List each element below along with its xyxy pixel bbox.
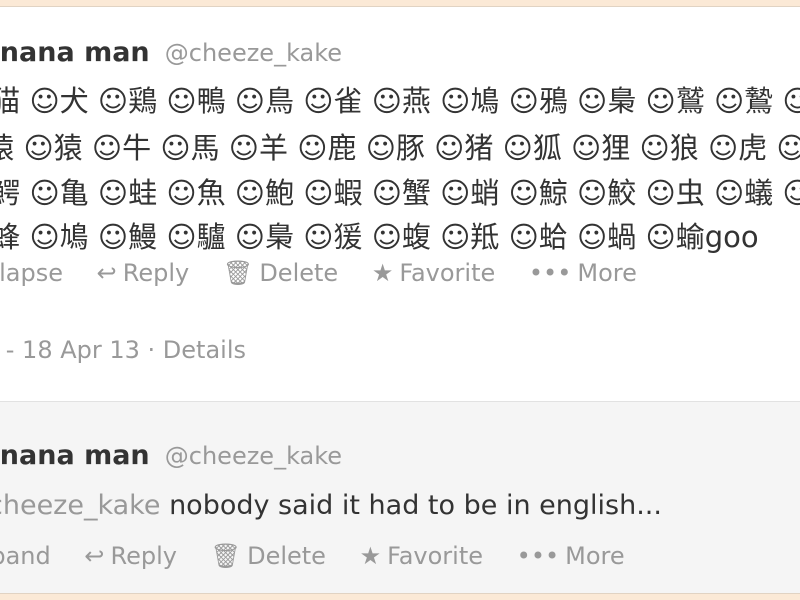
more-label: More	[565, 542, 625, 570]
tweet-actions: Collapse ↩Reply 🗑Delete ★Favorite •••Mor…	[0, 259, 663, 287]
favorite-button[interactable]: ★ Favorite	[360, 542, 483, 570]
more-label: More	[577, 259, 637, 287]
tweet-text-line: ☺蜂 ☺鳩 ☺鰻 ☺驢 ☺梟 ☺猨 ☺蝮 ☺羝 ☺蛤 ☺蝸 ☺蝓goo	[0, 220, 759, 254]
favorite-label: Favorite	[399, 259, 496, 287]
tweet-actions: Expand ↩Reply 🗑Delete ★Favorite •••More	[0, 542, 651, 570]
tweet-text-line: ☺猿 ☺猿 ☺牛 ☺馬 ☺羊 ☺鹿 ☺豚 ☺猪 ☺狐 ☺狸 ☺狼 ☺虎 ☺厘	[0, 131, 800, 165]
user-name[interactable]: Banana man	[0, 440, 150, 471]
tweet-header: Banana man @cheeze_kake	[0, 37, 342, 68]
ellipsis-icon: •••	[528, 259, 572, 287]
delete-label: Delete	[259, 259, 339, 287]
tweet-text-line: ☺猫 ☺犬 ☺鶏 ☺鴨 ☺鳥 ☺雀 ☺燕 ☺鳩 ☺鴉 ☺梟 ☺鷲 ☺鷙 ☺	[0, 84, 800, 118]
trash-icon: 🗑	[222, 259, 254, 287]
reply-button[interactable]: ↩ Reply	[84, 542, 177, 570]
favorite-button[interactable]: ★ Favorite	[372, 259, 495, 287]
user-handle[interactable]: @cheeze_kake	[165, 442, 342, 470]
tweet-timestamp[interactable]: AM - 18 Apr 13 · Details	[0, 336, 246, 364]
reply-arrow-icon: ↩	[96, 259, 117, 287]
tweet-text-body: nobody said it had to be in english...	[169, 490, 662, 521]
tweet-text: @cheeze_kake nobody said it had to be in…	[0, 490, 662, 521]
delete-button[interactable]: 🗑 Delete	[211, 542, 326, 570]
expand-link[interactable]: Expand	[0, 542, 51, 570]
reply-label: Reply	[110, 542, 177, 570]
reply-arrow-icon: ↩	[84, 542, 105, 570]
reply-label: Reply	[122, 259, 190, 287]
tweet-text-line: ☺鰐 ☺亀 ☺蛙 ☺魚 ☺鮑 ☺蝦 ☺蟹 ☺蛸 ☺鯨 ☺鮫 ☺虫 ☺蟻 ☺	[0, 176, 800, 210]
mention-link[interactable]: @cheeze_kake	[0, 490, 160, 521]
reply-button[interactable]: ↩ Reply	[97, 259, 190, 287]
tweet-expanded: Banana man @cheeze_kake ☺猫 ☺犬 ☺鶏 ☺鴨 ☺鳥 ☺…	[0, 7, 800, 401]
star-icon: ★	[371, 259, 394, 287]
expand-label: Expand	[0, 542, 51, 570]
trash-icon: 🗑	[210, 542, 242, 570]
collapse-label: Collapse	[0, 259, 63, 287]
tweet-header: Banana man @cheeze_kake	[0, 440, 342, 471]
more-button[interactable]: ••• More	[529, 259, 637, 287]
more-button[interactable]: ••• More	[517, 542, 625, 570]
star-icon: ★	[359, 542, 382, 570]
collapse-link[interactable]: Collapse	[0, 259, 63, 287]
user-name[interactable]: Banana man	[0, 37, 150, 68]
ellipsis-icon: •••	[516, 542, 560, 570]
delete-button[interactable]: 🗑 Delete	[223, 259, 338, 287]
timeline-frame: Banana man @cheeze_kake ☺猫 ☺犬 ☺鶏 ☺鴨 ☺鳥 ☺…	[0, 6, 800, 594]
user-handle[interactable]: @cheeze_kake	[165, 39, 342, 67]
delete-label: Delete	[247, 542, 326, 570]
favorite-label: Favorite	[387, 542, 484, 570]
tweet-collapsed: Banana man @cheeze_kake @cheeze_kake nob…	[0, 401, 800, 593]
